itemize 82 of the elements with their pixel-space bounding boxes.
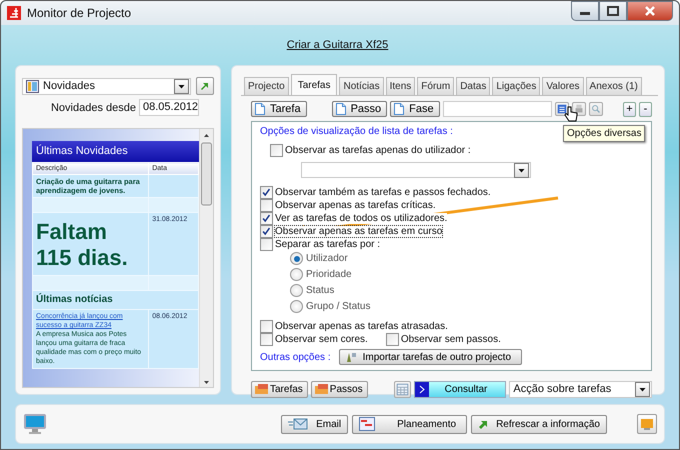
window-title: Monitor de Projecto [27,6,132,20]
refresh-button[interactable] [196,77,214,95]
checkbox[interactable] [270,144,283,156]
checkbox[interactable] [260,238,273,250]
radio-button[interactable] [290,300,303,313]
tab[interactable]: Valores [542,77,584,95]
radio-label[interactable]: Grupo / Status [306,301,370,312]
document-icon [255,103,265,115]
options-title: Opções de visualização de lista de tarefas : [260,126,453,137]
dropdown-value: Novidades [43,80,96,92]
planning-button[interactable]: Planeamento [352,414,468,434]
zoom-in-button[interactable]: + [623,102,636,116]
tab[interactable]: Projecto [244,77,289,95]
checkbox[interactable] [260,224,273,238]
export-button[interactable]: Passos [310,380,368,398]
import-icon [344,351,357,363]
checkbox-label[interactable]: Ver as tarefas de todos os utilizadores. [275,212,448,224]
query-button[interactable]: Consultar [414,380,506,398]
tab[interactable]: Itens [386,77,416,95]
folder-icon [314,384,329,394]
scrollbar[interactable] [199,129,213,387]
minimize-button[interactable] [571,1,599,21]
since-label: Novidades desde [50,102,136,114]
list-icon [26,80,39,92]
checkbox[interactable] [260,212,273,224]
refresh-button[interactable]: Refrescar a informação [471,414,607,434]
export-button[interactable]: Tarefas [251,380,308,398]
checkbox[interactable] [386,332,399,346]
options-button[interactable] [555,102,569,116]
tab[interactable]: Ligações [492,77,540,95]
tab[interactable]: Tarefas [290,74,338,96]
tab[interactable]: Anexos (1) [586,77,642,95]
radio-label[interactable]: Prioridade [306,269,352,280]
checkbox-label[interactable]: Separar as tarefas por : [275,238,380,250]
checkbox-label[interactable]: Observar apenas as tarefas críticas. [275,200,436,210]
radio-button[interactable] [290,252,303,265]
radio-button[interactable] [290,284,303,297]
new-item-button[interactable]: Passo [332,101,388,117]
zoom-out-button[interactable]: - [639,102,652,116]
tab[interactable]: Notícias [339,77,384,95]
radio-button[interactable] [290,268,303,281]
refresh-icon [478,419,488,429]
email-icon [288,418,308,430]
maximize-button[interactable] [599,1,627,21]
checkbox-label[interactable]: Observar apenas as tarefas em curso [275,226,442,236]
tab[interactable]: Datas [456,77,490,95]
action-dropdown[interactable]: Acção sobre tarefas [509,380,652,398]
gantt-icon [359,417,376,431]
app-logo-icon [7,6,21,20]
countdown-text: Faltam 115 dias. [36,218,129,272]
checkbox-label[interactable]: Observar sem cores. [275,334,368,344]
checkbox-label[interactable]: Observar as tarefas apenas do utilizador : [285,144,471,156]
other-options-label: Outras opções : [260,352,331,362]
new-item-button[interactable]: Tarefa [251,101,307,117]
document-icon [394,103,404,115]
document-icon [336,103,346,115]
folder-icon [255,384,269,394]
search-field[interactable] [442,101,552,117]
news-heading: Últimas notícias [36,293,114,307]
monitor-icon [23,412,47,436]
checkbox[interactable] [260,332,273,346]
checkbox[interactable] [260,186,273,198]
checkbox[interactable] [260,198,273,212]
date-field[interactable]: 08.05.2012 [139,99,199,116]
view-dropdown[interactable]: Novidades [22,78,191,94]
close-button[interactable] [627,1,673,21]
checkbox-label[interactable]: Observar sem passos. [400,334,501,344]
checkbox[interactable] [260,320,273,332]
tooltip: Opções diversas [563,125,646,142]
tab[interactable]: Fórum [417,77,454,95]
import-button[interactable]: Importar tarefas de outro projecto [338,349,522,365]
checkbox-label[interactable]: Observar apenas as tarefas atrasadas. [275,320,448,332]
new-item-button[interactable]: Fase [390,101,440,117]
checkbox-label[interactable]: Observar também as tarefas e passos fechados. [275,186,491,198]
screen-button[interactable] [637,414,657,434]
news-title: Últimas Novidades [32,141,199,162]
radio-label[interactable]: Status [306,285,334,296]
dropdown-value: Acção sobre tarefas [513,383,612,395]
radio-label[interactable]: Utilizador [306,253,348,264]
calendar-button[interactable] [394,380,411,398]
email-button[interactable]: Email [281,414,348,434]
project-link[interactable]: Criar a Guitarra Xf25 [286,39,388,51]
